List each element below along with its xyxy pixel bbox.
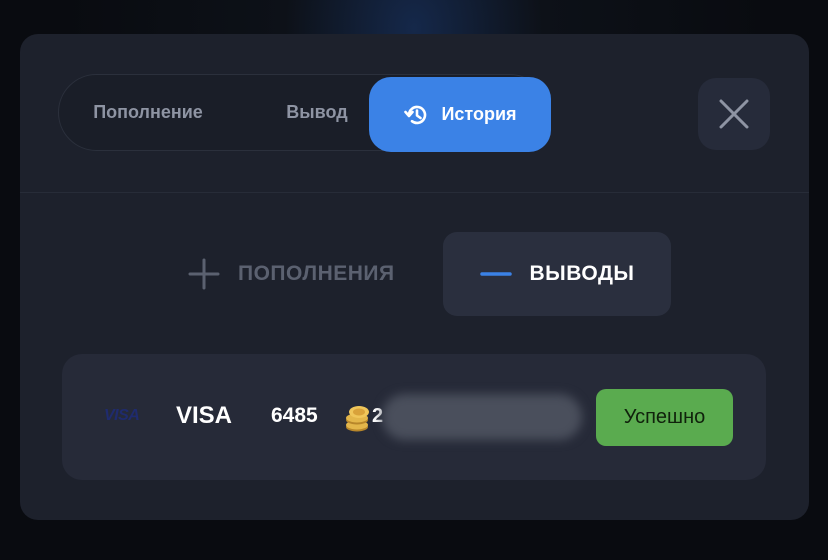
history-modal: Пополнение Вывод История ПОПОЛНЕНИЯ ВЫВО… <box>20 34 809 520</box>
coin-stack-icon <box>344 403 372 438</box>
filter-deposits-label: ПОПОЛНЕНИЯ <box>238 262 395 285</box>
tab-withdraw[interactable]: Вывод <box>267 75 367 150</box>
history-icon <box>403 101 431 129</box>
tab-withdraw-label: Вывод <box>286 102 348 122</box>
visa-logo: VISA <box>104 407 140 424</box>
transaction-amount: 6485 <box>271 404 318 427</box>
close-button[interactable] <box>698 78 770 150</box>
plus-icon <box>188 258 220 290</box>
tab-deposit-label: Пополнение <box>93 102 203 122</box>
minus-icon <box>479 258 512 290</box>
redacted-details <box>382 394 582 440</box>
tab-history-label: История <box>441 104 517 124</box>
tab-bar: Пополнение Вывод История <box>58 74 551 152</box>
filter-withdrawals-button[interactable]: ВЫВОДЫ <box>443 232 671 316</box>
tab-history[interactable]: История <box>369 77 551 152</box>
filter-withdrawals-label: ВЫВОДЫ <box>529 262 635 285</box>
status-badge: Успешно <box>596 389 733 446</box>
history-row: VISA VISA 6485 2 Успешно <box>62 354 766 480</box>
status-label: Успешно <box>623 406 706 428</box>
header-divider <box>20 192 809 193</box>
payment-method: VISA <box>176 402 233 429</box>
tab-deposit[interactable]: Пополнение <box>73 75 223 150</box>
close-icon <box>717 97 751 131</box>
filter-deposits-button[interactable]: ПОПОЛНЕНИЯ <box>188 232 395 316</box>
